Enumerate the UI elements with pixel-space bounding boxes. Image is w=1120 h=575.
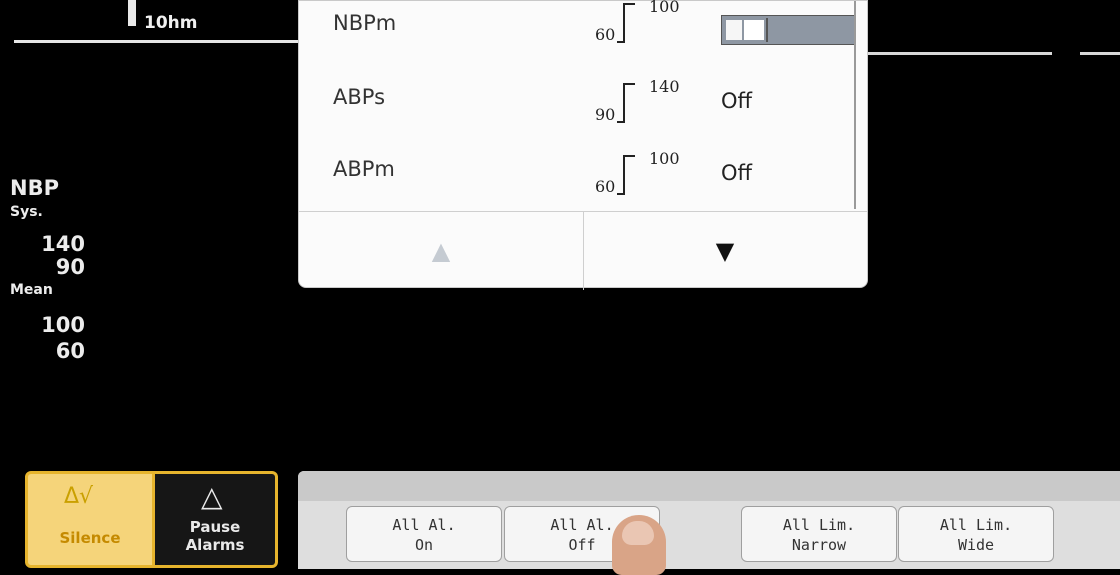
mean-low-value: 60 bbox=[55, 339, 85, 363]
waveform-baseline-right bbox=[868, 52, 1052, 55]
double-chevron-down-icon: ▼ bbox=[715, 237, 735, 265]
softkey-label-line1: All Al. bbox=[392, 516, 456, 534]
waveform-marker bbox=[128, 0, 136, 26]
limit-low: 90 bbox=[595, 105, 616, 124]
alarm-pause-icon: △ bbox=[201, 480, 223, 513]
softkey-label-line2: Wide bbox=[957, 536, 995, 554]
waveform-baseline-left bbox=[14, 40, 298, 43]
sys-high-value: 140 bbox=[41, 232, 85, 256]
silence-label: Silence bbox=[59, 529, 121, 547]
parameter-name: ABPs bbox=[333, 85, 386, 109]
limit-high: 100 bbox=[649, 149, 680, 168]
parameter-name: NBPm bbox=[333, 11, 397, 35]
scale-label: 10hm bbox=[144, 13, 198, 33]
toggle-knob bbox=[744, 20, 764, 40]
silence-button[interactable]: Δ√ Silence bbox=[25, 471, 155, 568]
pause-alarms-button[interactable]: △ Pause Alarms bbox=[155, 471, 278, 568]
alarm-status: Off bbox=[721, 89, 752, 113]
softkey-label-line1: All Lim. bbox=[782, 516, 856, 534]
toggle-left-segment bbox=[726, 20, 742, 40]
mean-high-value: 100 bbox=[41, 313, 85, 337]
alarm-toggle[interactable] bbox=[721, 15, 855, 45]
softkey-label-line2: On bbox=[414, 536, 434, 554]
alarm-limits-popup: NBPm 100 60 ABPs 140 90 Off ABPm 100 60 … bbox=[298, 0, 868, 290]
waveform-baseline-right-2 bbox=[1080, 52, 1120, 55]
mean-label: Mean bbox=[10, 282, 53, 298]
limit-high: 140 bbox=[649, 77, 680, 96]
softkey-label-line1: All Lim. bbox=[939, 516, 1013, 534]
alarm-status: Off bbox=[721, 161, 752, 185]
pause-label-line1: Pause bbox=[189, 518, 241, 536]
double-chevron-up-icon: ▲ bbox=[431, 237, 451, 265]
scroll-up-button[interactable]: ▲ bbox=[299, 212, 584, 290]
nbp-title: NBP bbox=[10, 176, 59, 200]
alarm-row-nbpm[interactable]: NBPm 100 60 bbox=[299, 0, 867, 63]
all-limits-wide-button[interactable]: All Lim. Wide bbox=[898, 506, 1054, 562]
limit-low: 60 bbox=[595, 25, 616, 44]
toggle-divider bbox=[766, 18, 768, 42]
sys-low-value: 90 bbox=[55, 255, 85, 279]
finger-overlay bbox=[612, 515, 666, 575]
alarm-check-icon: Δ√ bbox=[64, 484, 94, 509]
limit-low: 60 bbox=[595, 177, 616, 196]
alarm-row-abpm[interactable]: ABPm 100 60 Off bbox=[299, 143, 867, 211]
softkey-label-line2: Narrow bbox=[791, 536, 847, 554]
sys-label: Sys. bbox=[10, 204, 43, 220]
softkey-bar-header bbox=[298, 471, 1120, 501]
limit-bracket bbox=[617, 155, 637, 195]
pause-label: Pause Alarms bbox=[155, 518, 275, 554]
scroll-down-button[interactable]: ▼ bbox=[583, 212, 867, 290]
softkey-bar: All Al. On All Al. Off All Lim. Narrow A… bbox=[298, 471, 1120, 569]
popup-nav: ▲ ▼ bbox=[299, 211, 867, 290]
limit-bracket bbox=[617, 3, 637, 43]
alarm-row-abps[interactable]: ABPs 140 90 Off bbox=[299, 71, 867, 139]
parameter-name: ABPm bbox=[333, 157, 395, 181]
pause-label-line2: Alarms bbox=[185, 536, 245, 554]
limit-bracket bbox=[617, 83, 637, 123]
all-limits-narrow-button[interactable]: All Lim. Narrow bbox=[741, 506, 897, 562]
popup-scrollbar[interactable] bbox=[854, 1, 856, 209]
limit-high: 100 bbox=[649, 0, 680, 16]
all-alarms-on-button[interactable]: All Al. On bbox=[346, 506, 502, 562]
fingernail bbox=[622, 521, 654, 545]
